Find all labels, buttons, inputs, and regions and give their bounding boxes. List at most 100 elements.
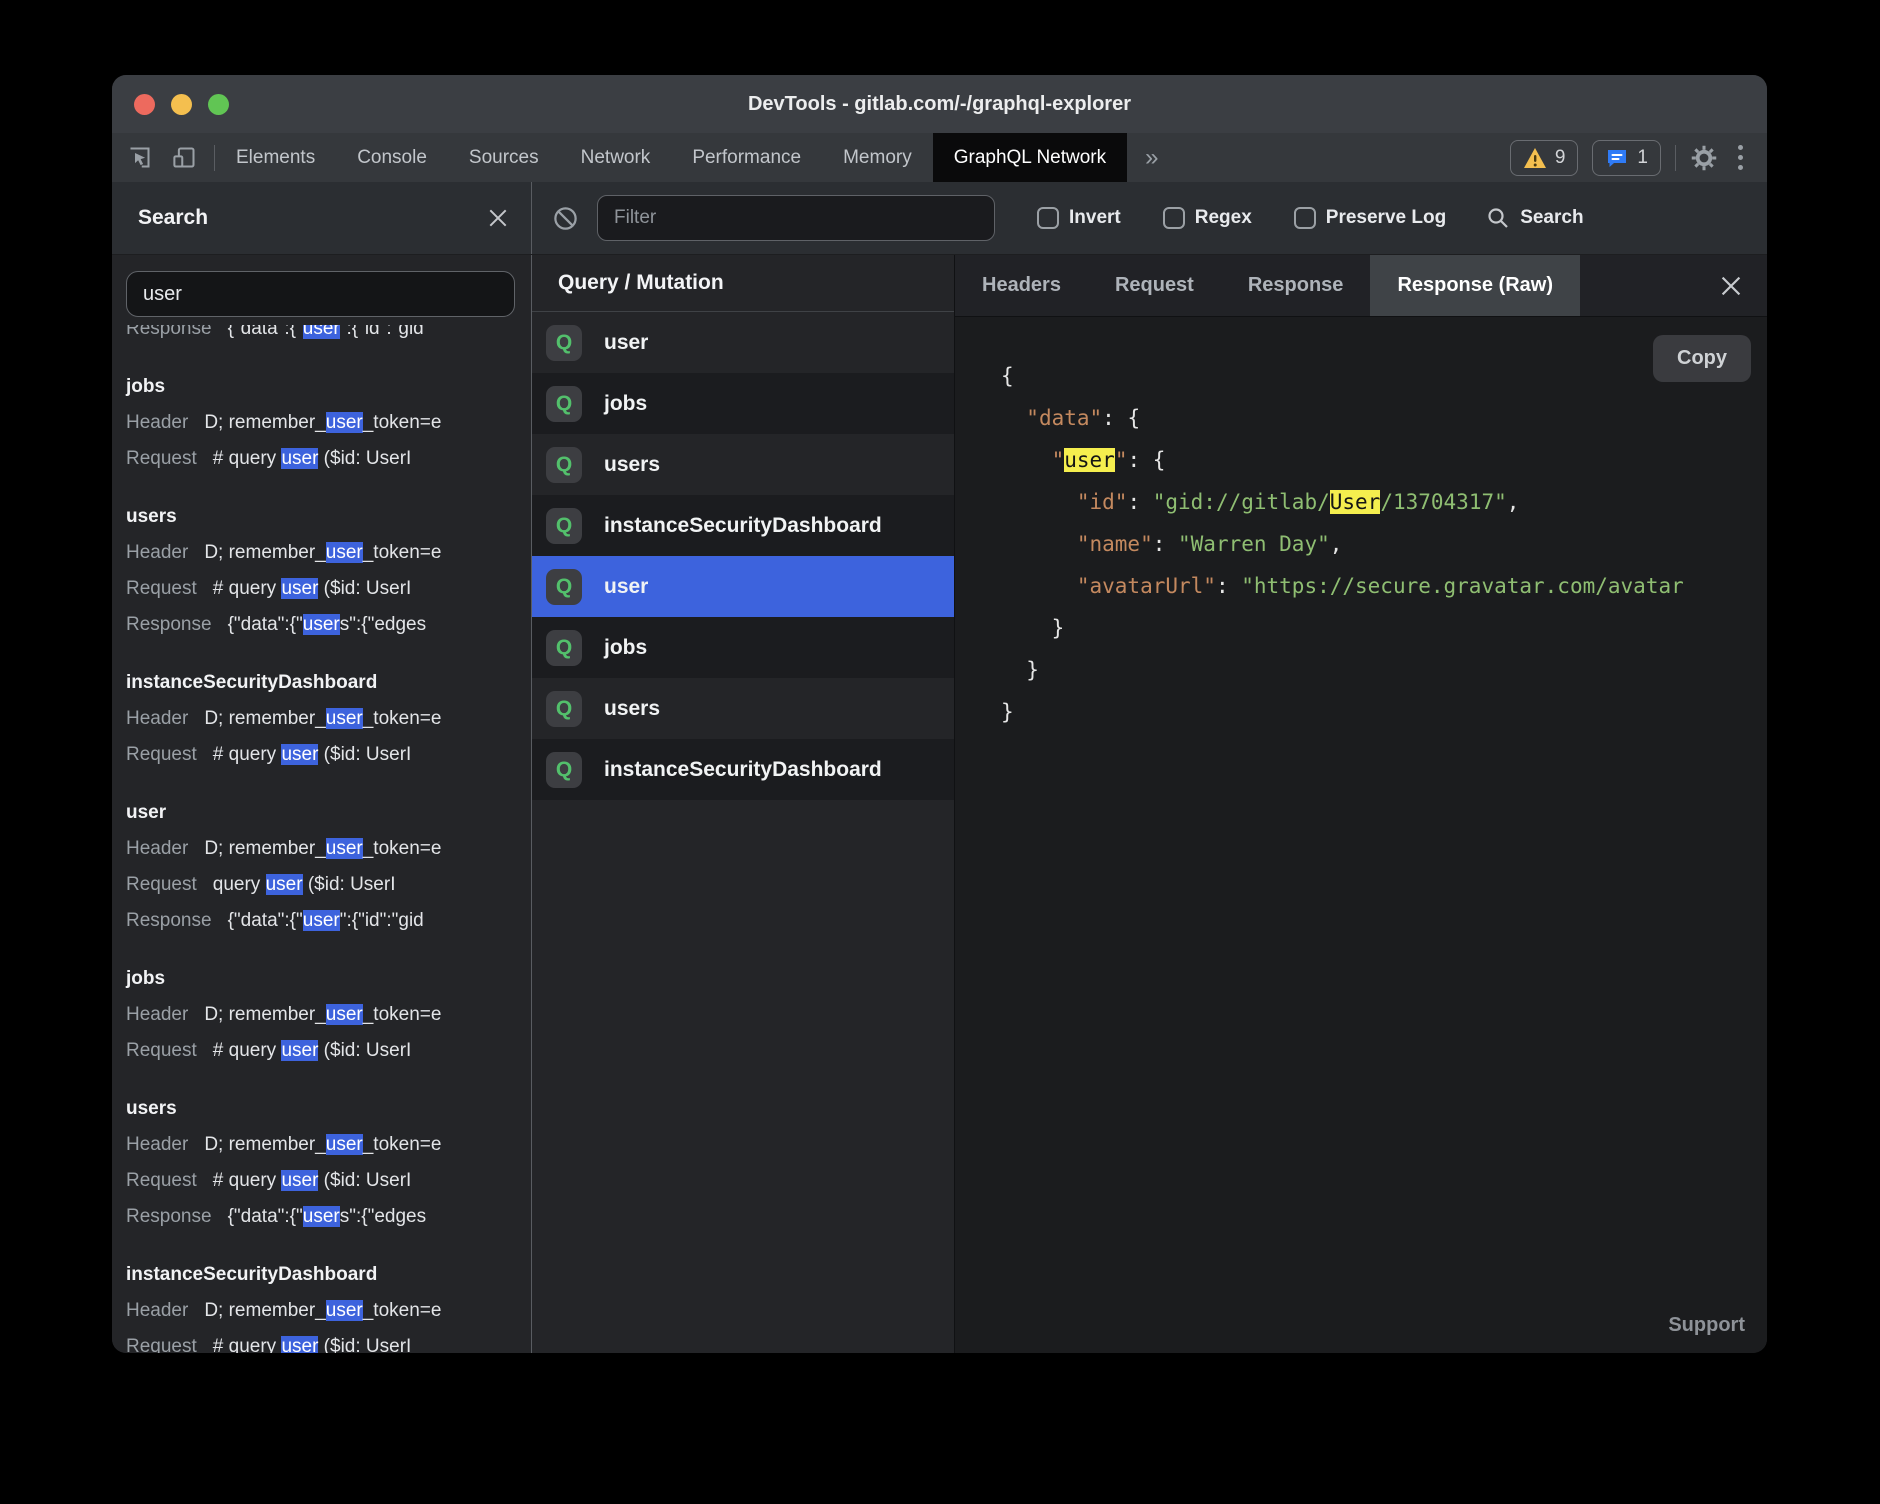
search-result-row[interactable]: Response{"data":{"users":{"edges bbox=[126, 1199, 531, 1235]
preserve-log-checkbox-group[interactable]: Preserve Log bbox=[1294, 207, 1446, 229]
more-tabs-chevron[interactable]: » bbox=[1127, 133, 1176, 182]
detail-tab-response-raw[interactable]: Response (Raw) bbox=[1370, 255, 1580, 316]
messages-badge[interactable]: 1 bbox=[1592, 140, 1661, 176]
json-line: "data": { bbox=[1001, 397, 1767, 439]
support-link[interactable]: Support bbox=[1668, 1314, 1745, 1337]
search-toggle[interactable]: Search bbox=[1486, 206, 1583, 230]
tab-memory[interactable]: Memory bbox=[822, 133, 933, 182]
detail-tab-headers[interactable]: Headers bbox=[955, 255, 1088, 316]
search-result-row[interactable]: Requestquery user ($id: UserI bbox=[126, 867, 531, 903]
query-list-item[interactable]: QinstanceSecurityDashboard bbox=[532, 739, 954, 800]
query-type-icon: Q bbox=[546, 508, 582, 544]
query-list-item[interactable]: Quser bbox=[532, 312, 954, 373]
search-match-highlight: user bbox=[303, 614, 340, 635]
preserve-log-label: Preserve Log bbox=[1326, 207, 1446, 229]
search-match-highlight: user bbox=[303, 910, 340, 931]
result-field-label: Header bbox=[126, 542, 188, 563]
search-section-title[interactable]: users bbox=[126, 499, 531, 535]
search-section-title[interactable]: user bbox=[126, 795, 531, 831]
search-section-title[interactable]: jobs bbox=[126, 961, 531, 997]
search-result-row[interactable]: Header D; remember_user_token=e bbox=[126, 535, 531, 571]
block-requests-icon[interactable] bbox=[552, 205, 579, 232]
query-type-icon: Q bbox=[546, 447, 582, 483]
invert-checkbox[interactable] bbox=[1037, 207, 1059, 229]
search-panel-header: Search bbox=[112, 182, 532, 254]
search-result-row[interactable]: Request# query user ($id: UserI bbox=[126, 571, 531, 607]
tab-network[interactable]: Network bbox=[560, 133, 672, 182]
result-field-label: Header bbox=[126, 838, 188, 859]
regex-checkbox-group[interactable]: Regex bbox=[1163, 207, 1252, 229]
query-name: instanceSecurityDashboard bbox=[604, 758, 882, 782]
result-field-label: Request bbox=[126, 874, 197, 895]
search-result-row[interactable]: Request# query user ($id: UserI bbox=[126, 1033, 531, 1069]
search-result-row[interactable]: Response{"data":{"users":{"edges bbox=[126, 607, 531, 643]
warnings-badge[interactable]: 9 bbox=[1510, 140, 1579, 176]
query-list-item[interactable]: Qjobs bbox=[532, 373, 954, 434]
result-field-value: {"data":{"users":{"edges bbox=[228, 614, 427, 635]
result-field-value: {"data":{"users":{"edges bbox=[228, 1206, 427, 1227]
search-result-row[interactable]: HeaderD; remember_user_token=e bbox=[126, 405, 531, 441]
detail-tabs: Headers Request Response Response (Raw) bbox=[955, 255, 1767, 317]
search-panel: Response{"data":{"user":{"id":"gid jobs He… bbox=[112, 255, 532, 1353]
panel-tabs: Elements Console Sources Network Perform… bbox=[215, 133, 1127, 182]
tab-sources[interactable]: Sources bbox=[448, 133, 560, 182]
query-list-item[interactable]: Qjobs bbox=[532, 617, 954, 678]
close-detail-icon[interactable] bbox=[1719, 274, 1743, 298]
copy-button[interactable]: Copy bbox=[1653, 335, 1751, 382]
result-field-label: Request bbox=[126, 448, 197, 469]
messages-count: 1 bbox=[1637, 147, 1648, 169]
query-list-item[interactable]: QinstanceSecurityDashboard bbox=[532, 495, 954, 556]
search-result-row[interactable]: HeaderD; remember_user_token=e bbox=[126, 997, 531, 1033]
regex-label: Regex bbox=[1195, 207, 1252, 229]
tabbar-left-icons bbox=[112, 133, 214, 182]
tab-elements[interactable]: Elements bbox=[215, 133, 336, 182]
search-input[interactable] bbox=[126, 271, 515, 317]
json-view: { "data": { "user": { "id": "gid://gitla… bbox=[1001, 355, 1767, 733]
search-result-row[interactable]: Request# query user ($id: UserI bbox=[126, 1329, 531, 1353]
json-line: } bbox=[1001, 607, 1767, 649]
close-search-icon[interactable] bbox=[487, 207, 509, 229]
tab-graphql-network[interactable]: GraphQL Network bbox=[933, 133, 1127, 182]
query-name: user bbox=[604, 331, 648, 355]
inspect-element-icon[interactable] bbox=[126, 144, 153, 171]
detail-tab-request[interactable]: Request bbox=[1088, 255, 1221, 316]
query-type-icon: Q bbox=[546, 325, 582, 361]
settings-gear-icon[interactable] bbox=[1690, 144, 1718, 172]
search-match-highlight: user bbox=[281, 448, 318, 469]
tab-performance[interactable]: Performance bbox=[671, 133, 822, 182]
search-result-row[interactable]: Request# query user ($id: UserI bbox=[126, 441, 531, 477]
detail-tab-response[interactable]: Response bbox=[1221, 255, 1371, 316]
query-list: QuserQjobsQusersQinstanceSecurityDashboa… bbox=[532, 312, 954, 1353]
search-section-title[interactable]: instanceSecurityDashboard bbox=[126, 665, 531, 701]
search-match-highlight: user bbox=[326, 838, 363, 859]
warnings-count: 9 bbox=[1555, 147, 1566, 169]
device-toolbar-icon[interactable] bbox=[171, 144, 198, 171]
invert-checkbox-group[interactable]: Invert bbox=[1037, 207, 1121, 229]
json-line: } bbox=[1001, 691, 1767, 733]
search-result-row[interactable]: Request# query user ($id: UserI bbox=[126, 1163, 531, 1199]
query-name: users bbox=[604, 453, 660, 477]
search-section-title[interactable]: instanceSecurityDashboard bbox=[126, 1257, 531, 1293]
search-result-row[interactable]: HeaderD; remember_user_token=e bbox=[126, 1293, 531, 1329]
result-field-label: Response bbox=[126, 325, 212, 339]
search-result-row[interactable]: HeaderD; remember_user_token=e bbox=[126, 831, 531, 867]
result-field-value: D; remember_user_token=e bbox=[204, 542, 441, 563]
more-options-icon[interactable] bbox=[1732, 145, 1749, 170]
search-result-row[interactable]: HeaderD; remember_user_token=e bbox=[126, 1127, 531, 1163]
filter-input[interactable] bbox=[597, 195, 995, 241]
detail-panel: Headers Request Response Response (Raw) … bbox=[955, 255, 1767, 1353]
query-list-item[interactable]: Quser bbox=[532, 556, 954, 617]
search-section-title[interactable]: jobs bbox=[126, 369, 531, 405]
result-field-label: Response bbox=[126, 910, 212, 931]
search-result-row[interactable]: HeaderD; remember_user_token=e bbox=[126, 701, 531, 737]
tab-console[interactable]: Console bbox=[336, 133, 448, 182]
search-section-title[interactable]: users bbox=[126, 1091, 531, 1127]
search-result-row[interactable]: Request# query user ($id: UserI bbox=[126, 737, 531, 773]
preserve-log-checkbox[interactable] bbox=[1294, 207, 1316, 229]
regex-checkbox[interactable] bbox=[1163, 207, 1185, 229]
search-result-row[interactable]: Response{"data":{"user":{"id":"gid bbox=[126, 903, 531, 939]
query-list-item[interactable]: Qusers bbox=[532, 434, 954, 495]
search-result-row[interactable]: Response{"data":{"user":{"id":"gid bbox=[126, 325, 531, 347]
query-list-item[interactable]: Qusers bbox=[532, 678, 954, 739]
query-type-icon: Q bbox=[546, 386, 582, 422]
